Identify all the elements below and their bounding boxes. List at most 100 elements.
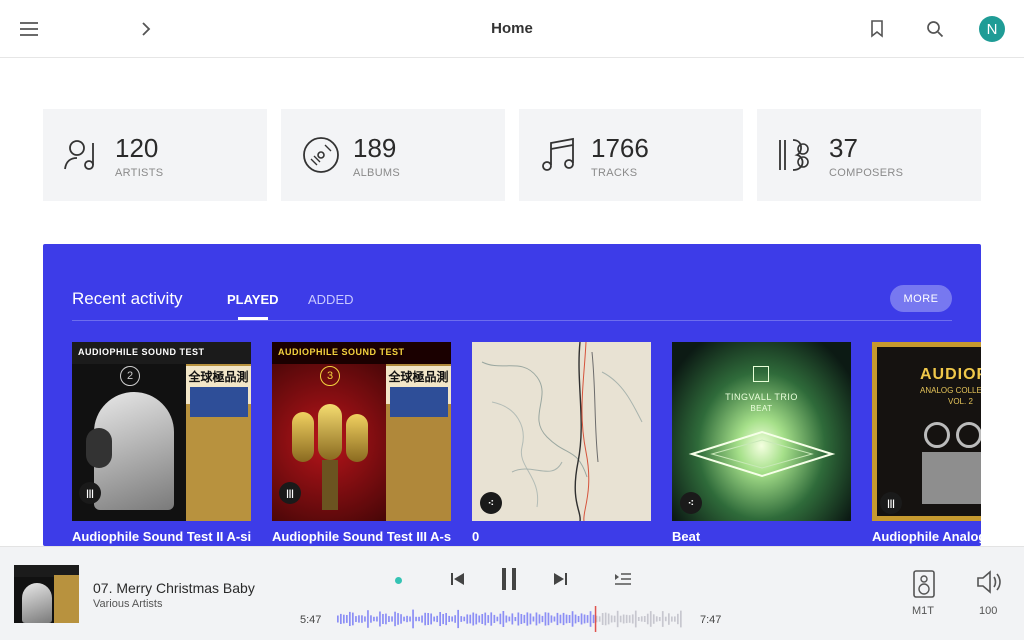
stat-card-artists[interactable]: 120 ARTISTS [43,109,267,201]
waveform-bar [616,610,619,628]
waveform-bar [355,616,357,622]
waveform-bar [523,614,526,624]
waveform-bar [337,615,339,623]
waveform-bar [454,615,456,623]
player-bar: 07. Merry Christmas Baby Various Artists… [0,546,1024,640]
waveform-bar [625,614,628,624]
waveform-bar [373,616,375,622]
album-cover: AUDIOPHILE SOUND TEST 3 全球極品測試 ||| [272,342,451,521]
waveform-bar [427,613,429,625]
stat-card-albums[interactable]: 189 ALBUMS [281,109,505,201]
albums-label: ALBUMS [353,167,401,179]
stat-card-composers[interactable]: 37 COMPOSERS [757,109,981,201]
album-card[interactable]: AUDIOPHI ANALOG COLLE VOL. 2 ||| Audioph… [872,342,981,544]
waveform-bar [668,613,670,625]
volume-icon[interactable] [974,569,1004,595]
album-card[interactable]: ⁖ 0 [472,342,651,544]
waveform-bar [394,611,396,627]
waveform-seekbar[interactable] [337,606,683,632]
stat-card-tracks[interactable]: 1766 TRACKS [519,109,743,201]
album-cover: AUDIOPHILE SOUND TEST 2 全球極品測試 ||| [72,342,251,521]
waveform-bar [628,615,631,623]
more-button[interactable]: MORE [890,285,952,312]
waveform-bar [637,617,640,621]
waveform-bar [553,616,556,622]
waveform-bar [340,613,342,624]
bookmark-icon[interactable] [865,17,889,41]
waveform-bar [598,616,601,622]
source-badge-icon: ||| [880,492,902,514]
next-track-icon[interactable] [550,569,570,589]
waveform-bar [436,615,438,623]
waveform-bar [586,615,589,623]
waveform-bar [487,615,490,623]
search-icon[interactable] [923,17,947,41]
queue-icon[interactable] [612,569,634,589]
waveform-bar [442,614,444,625]
waveform-bar [568,615,571,623]
total-time: 7:47 [700,614,722,626]
album-card[interactable]: TINGVALL TRIO BEAT ⁖ Beat [672,342,851,544]
tidal-badge-icon: ⁖ [480,492,502,514]
waveform-bar [580,613,583,625]
now-playing-thumbnail[interactable] [14,565,79,623]
music-note-icon [542,137,574,171]
album-cover: AUDIOPHI ANALOG COLLE VOL. 2 ||| [872,342,981,521]
album-title: Audiophile Analog Collection Vol. 2 [872,529,981,544]
waveform-bar [472,612,475,626]
composers-label: COMPOSERS [829,167,904,179]
waveform-bar [674,616,676,622]
waveform-bar [445,613,447,626]
waveform-bar [400,614,402,624]
waveform-bar [646,613,649,625]
waveform-bar [643,616,646,622]
waveform-bar [520,614,523,624]
waveform-bar [511,613,514,625]
waveform-bar [358,615,360,623]
waveform-bar [592,614,595,624]
tab-played[interactable]: PLAYED [227,292,279,307]
waveform-bar [412,609,414,629]
waveform-bar [481,614,484,624]
user-avatar[interactable]: N [979,16,1005,42]
playhead[interactable] [594,606,597,632]
waveform-bar [613,615,616,623]
waveform-bar [433,616,435,622]
waveform-bar [406,615,408,623]
waveform-bar [601,613,604,625]
source-badge-icon: ||| [79,482,101,504]
waveform-bar [532,616,535,622]
waveform-bar [424,612,426,626]
waveform-bar [478,615,481,623]
waveform-bar [538,614,541,624]
waveform-bar [583,614,586,624]
waveform-bar [484,612,487,626]
previous-track-icon[interactable] [448,569,468,589]
waveform-bar [652,614,655,624]
album-card[interactable]: AUDIOPHILE SOUND TEST 3 全球極品測試 ||| Audio… [272,342,451,544]
waveform-bar [544,612,547,626]
waveform-bar [505,615,508,623]
waveform-bar [370,615,372,623]
composers-count: 37 [829,133,858,163]
artists-label: ARTISTS [115,167,164,179]
waveform-bar [680,610,682,628]
album-card[interactable]: AUDIOPHILE SOUND TEST 2 全球極品測試 ||| Audio… [72,342,251,544]
waveform-bar [448,615,450,622]
waveform-bar [343,614,345,624]
waveform-bar [457,609,459,629]
album-title: Audiophile Sound Test III A-side [272,529,451,544]
tracks-label: TRACKS [591,167,638,179]
waveform-bar [493,614,496,623]
waveform-bar [559,614,562,624]
tab-added[interactable]: ADDED [308,292,354,307]
waveform-bar [508,616,511,622]
waveform-bar [496,616,499,622]
waveform-bar [463,616,466,622]
speaker-device-icon[interactable] [912,569,936,599]
waveform-bar [418,616,420,622]
pause-icon[interactable] [496,565,522,593]
track-artist[interactable]: Various Artists [93,598,163,610]
waveform-bar [367,610,369,628]
waveform-bar [376,616,378,622]
